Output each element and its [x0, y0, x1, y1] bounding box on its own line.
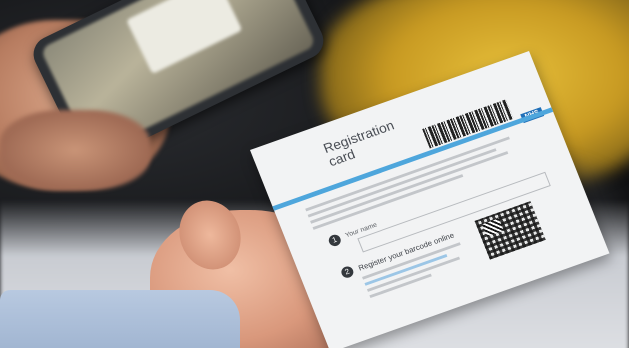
card-title: Registration card: [321, 117, 401, 169]
qr-code: [474, 201, 546, 260]
step2-number: 2: [339, 264, 356, 280]
step1-number: 1: [327, 233, 343, 248]
photo-scene: Registration card NHS 1 Your name 2 Regi…: [0, 0, 629, 348]
left-hand-fingers: [0, 110, 150, 190]
shirt-sleeve: [0, 290, 240, 348]
